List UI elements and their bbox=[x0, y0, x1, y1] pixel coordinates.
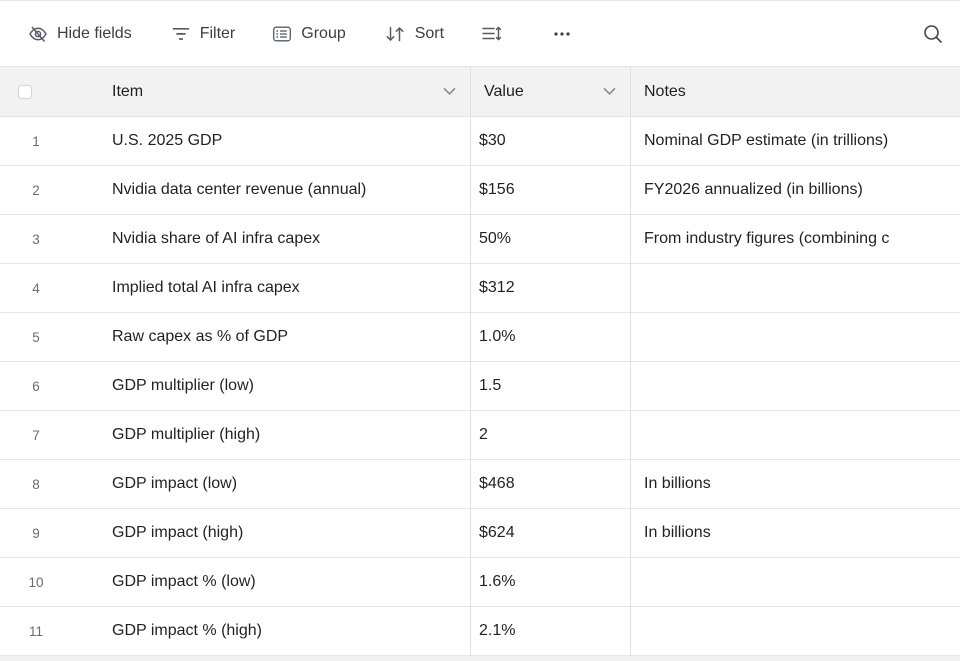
cell-item[interactable]: GDP impact (low) bbox=[100, 460, 470, 508]
table-row: 3 Nvidia share of AI infra capex 50% Fro… bbox=[0, 215, 960, 264]
table-row: 5 Raw capex as % of GDP 1.0% bbox=[0, 313, 960, 362]
row-number: 6 bbox=[0, 379, 72, 394]
cell-notes[interactable]: In billions bbox=[630, 509, 960, 557]
data-grid: Item Value Notes 1 U.S. 2025 GDP $30 Nom… bbox=[0, 67, 960, 661]
cell-value[interactable]: $468 bbox=[470, 460, 630, 508]
group-button[interactable]: Group bbox=[272, 24, 345, 44]
cell-notes[interactable] bbox=[630, 411, 960, 459]
cell-value[interactable]: $624 bbox=[470, 509, 630, 557]
column-divider bbox=[470, 67, 471, 656]
table-row: 2 Nvidia data center revenue (annual) $1… bbox=[0, 166, 960, 215]
cell-value[interactable]: 1.6% bbox=[470, 558, 630, 606]
column-header-item[interactable]: Item bbox=[100, 67, 470, 116]
cell-value[interactable]: 1.5 bbox=[470, 362, 630, 410]
cell-value[interactable]: 1.0% bbox=[470, 313, 630, 361]
table-row: 1 U.S. 2025 GDP $30 Nominal GDP estimate… bbox=[0, 117, 960, 166]
cell-value[interactable]: 2 bbox=[470, 411, 630, 459]
sort-arrows-icon bbox=[384, 24, 406, 44]
cell-notes[interactable] bbox=[630, 264, 960, 312]
table-row: 8 GDP impact (low) $468 In billions bbox=[0, 460, 960, 509]
cell-value[interactable]: $156 bbox=[470, 166, 630, 214]
sort-button[interactable]: Sort bbox=[384, 24, 444, 44]
cell-item[interactable]: Nvidia data center revenue (annual) bbox=[100, 166, 470, 214]
cell-item[interactable]: Implied total AI infra capex bbox=[100, 264, 470, 312]
table-row: 7 GDP multiplier (high) 2 bbox=[0, 411, 960, 460]
row-number: 5 bbox=[0, 330, 72, 345]
view-toolbar: Hide fields Filter bbox=[0, 0, 960, 67]
hide-fields-label: Hide fields bbox=[57, 25, 132, 43]
row-number: 8 bbox=[0, 477, 72, 492]
row-number: 3 bbox=[0, 232, 72, 247]
table-row: 6 GDP multiplier (low) 1.5 bbox=[0, 362, 960, 411]
cell-value[interactable]: $30 bbox=[470, 117, 630, 165]
header-row: Item Value Notes bbox=[0, 67, 960, 117]
filter-icon bbox=[171, 24, 191, 44]
cell-item[interactable]: Raw capex as % of GDP bbox=[100, 313, 470, 361]
cell-notes[interactable] bbox=[630, 313, 960, 361]
cell-value[interactable]: 50% bbox=[470, 215, 630, 263]
grid-view: Hide fields Filter bbox=[0, 0, 960, 661]
row-number: 9 bbox=[0, 526, 72, 541]
cell-notes[interactable] bbox=[630, 362, 960, 410]
cell-notes[interactable] bbox=[630, 607, 960, 655]
cell-item[interactable]: Nvidia share of AI infra capex bbox=[100, 215, 470, 263]
group-icon bbox=[272, 24, 292, 44]
column-header-value-label: Value bbox=[484, 83, 524, 101]
column-header-value[interactable]: Value bbox=[470, 67, 630, 116]
row-height-icon bbox=[481, 24, 503, 44]
cell-notes[interactable] bbox=[630, 558, 960, 606]
column-divider bbox=[630, 67, 631, 656]
header-select-cell bbox=[0, 67, 100, 116]
cell-notes[interactable]: Nominal GDP estimate (in trillions) bbox=[630, 117, 960, 165]
column-header-notes[interactable]: Notes bbox=[630, 67, 960, 116]
column-header-notes-label: Notes bbox=[644, 83, 686, 101]
cell-item[interactable]: GDP multiplier (low) bbox=[100, 362, 470, 410]
chevron-down-icon[interactable] bbox=[603, 83, 616, 101]
row-number: 10 bbox=[0, 575, 72, 590]
cell-value[interactable]: $312 bbox=[470, 264, 630, 312]
cell-item[interactable]: GDP impact % (low) bbox=[100, 558, 470, 606]
cell-value[interactable]: 2.1% bbox=[470, 607, 630, 655]
table-row: 11 GDP impact % (high) 2.1% bbox=[0, 607, 960, 656]
row-height-button[interactable] bbox=[481, 24, 503, 44]
search-button[interactable] bbox=[922, 23, 944, 45]
table-row: 10 GDP impact % (low) 1.6% bbox=[0, 558, 960, 607]
chevron-down-icon[interactable] bbox=[443, 83, 456, 101]
bottom-strip bbox=[0, 656, 960, 661]
column-header-item-label: Item bbox=[112, 83, 143, 101]
cell-notes[interactable]: In billions bbox=[630, 460, 960, 508]
row-number: 11 bbox=[0, 624, 72, 639]
row-number: 1 bbox=[0, 134, 72, 149]
filter-label: Filter bbox=[200, 25, 236, 43]
group-label: Group bbox=[301, 25, 345, 43]
cell-item[interactable]: GDP impact % (high) bbox=[100, 607, 470, 655]
filter-button[interactable]: Filter bbox=[171, 24, 236, 44]
cell-notes[interactable]: FY2026 annualized (in billions) bbox=[630, 166, 960, 214]
select-all-checkbox[interactable] bbox=[18, 85, 32, 99]
more-options-button[interactable] bbox=[551, 24, 573, 44]
ellipsis-icon bbox=[551, 24, 573, 44]
sort-label: Sort bbox=[415, 25, 444, 43]
row-number: 2 bbox=[0, 183, 72, 198]
hide-fields-button[interactable]: Hide fields bbox=[28, 24, 132, 44]
cell-item[interactable]: GDP multiplier (high) bbox=[100, 411, 470, 459]
cell-item[interactable]: GDP impact (high) bbox=[100, 509, 470, 557]
table-row: 4 Implied total AI infra capex $312 bbox=[0, 264, 960, 313]
cell-item[interactable]: U.S. 2025 GDP bbox=[100, 117, 470, 165]
search-icon bbox=[922, 23, 944, 45]
cell-notes[interactable]: From industry figures (combining c bbox=[630, 215, 960, 263]
row-number: 4 bbox=[0, 281, 72, 296]
eye-off-icon bbox=[28, 24, 48, 44]
row-number: 7 bbox=[0, 428, 72, 443]
table-row: 9 GDP impact (high) $624 In billions bbox=[0, 509, 960, 558]
